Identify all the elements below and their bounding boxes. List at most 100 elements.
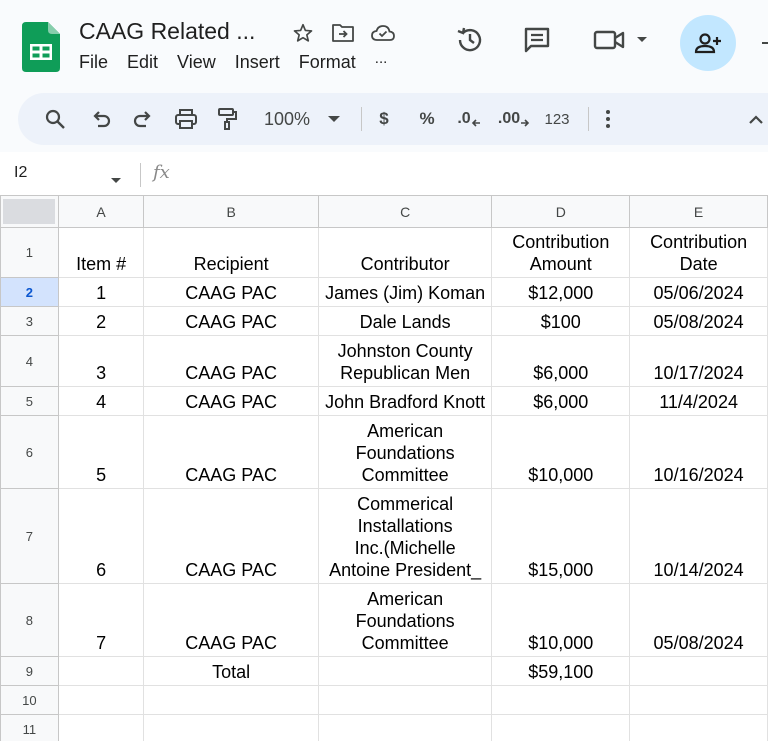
column-header-d[interactable]: D [491, 195, 631, 228]
more-options-icon[interactable] [600, 106, 616, 132]
cell-amount[interactable]: Contribution Amount [491, 227, 631, 278]
undo-icon[interactable] [88, 106, 114, 132]
print-icon[interactable] [173, 106, 199, 132]
cell-recipient[interactable]: CAAG PAC [143, 583, 319, 657]
menu-more[interactable]: ... [375, 50, 388, 71]
star-icon[interactable] [290, 20, 316, 46]
cell-recipient[interactable]: Total [143, 656, 319, 686]
menu-view[interactable]: View [177, 52, 216, 73]
cell-amount[interactable]: $6,000 [491, 386, 631, 416]
meet-camera-icon[interactable] [592, 22, 652, 58]
cell-date[interactable]: 10/17/2024 [629, 335, 768, 387]
cell-amount[interactable]: $10,000 [491, 415, 631, 489]
row-header[interactable]: 5 [0, 386, 59, 416]
cell-item[interactable]: 4 [57, 386, 145, 416]
cell-contributor[interactable]: Commerical Installations Inc.(Michelle A… [317, 488, 493, 584]
cell-date[interactable] [629, 685, 768, 715]
account-menu-icon[interactable] [758, 30, 768, 56]
cell-recipient[interactable]: CAAG PAC [143, 415, 319, 489]
row-header[interactable]: 9 [0, 656, 59, 686]
cell-contributor[interactable] [317, 685, 493, 715]
share-button[interactable] [680, 15, 736, 71]
cell-amount[interactable]: $59,100 [491, 656, 631, 686]
column-header-b[interactable]: B [143, 195, 319, 228]
menu-edit[interactable]: Edit [127, 52, 158, 73]
row-header[interactable]: 2 [0, 277, 59, 307]
more-formats-button[interactable]: 123 [540, 106, 574, 132]
column-header-c[interactable]: C [317, 195, 493, 228]
row-header[interactable]: 8 [0, 583, 59, 657]
menu-file[interactable]: File [79, 52, 108, 73]
cell-item[interactable]: Item # [57, 227, 145, 278]
cell-contributor[interactable]: John Bradford Knott [317, 386, 493, 416]
cell-recipient[interactable]: CAAG PAC [143, 335, 319, 387]
cell-amount[interactable]: $12,000 [491, 277, 631, 307]
cell-contributor[interactable]: Contributor [317, 227, 493, 278]
row-header[interactable]: 11 [0, 714, 59, 741]
cell-contributor[interactable] [317, 714, 493, 741]
version-history-icon[interactable] [452, 22, 488, 58]
column-header-a[interactable]: A [57, 195, 145, 228]
cell-item[interactable]: 7 [57, 583, 145, 657]
row-header[interactable]: 1 [0, 227, 59, 278]
cell-contributor[interactable]: James (Jim) Koman [317, 277, 493, 307]
zoom-select[interactable]: 100% [258, 106, 316, 132]
spreadsheet-grid[interactable]: A B C D E 1 Item # Recipient Contributor Con… [0, 195, 768, 741]
document-title[interactable]: CAAG Related ... [79, 18, 255, 45]
cell-item[interactable]: 6 [57, 488, 145, 584]
row-header[interactable]: 6 [0, 415, 59, 489]
cell-date[interactable]: 05/06/2024 [629, 277, 768, 307]
cell-contributor[interactable]: American Foundations Committee [317, 415, 493, 489]
percent-format-button[interactable]: % [416, 106, 438, 132]
row-header[interactable]: 10 [0, 685, 59, 715]
select-all-corner[interactable] [0, 195, 59, 228]
cell-amount[interactable]: $15,000 [491, 488, 631, 584]
sheets-logo-icon[interactable] [22, 22, 60, 72]
cell-date[interactable]: 05/08/2024 [629, 583, 768, 657]
currency-format-button[interactable]: $ [374, 106, 394, 132]
cell-amount[interactable] [491, 685, 631, 715]
name-box-caret-icon[interactable] [110, 171, 122, 189]
row-header[interactable]: 7 [0, 488, 59, 584]
cell-date[interactable] [629, 656, 768, 686]
cell-recipient[interactable]: CAAG PAC [143, 306, 319, 336]
cell-contributor[interactable]: Dale Lands [317, 306, 493, 336]
decrease-decimal-button[interactable]: .0 [454, 106, 484, 132]
menu-insert[interactable]: Insert [235, 52, 280, 73]
row-header[interactable]: 3 [0, 306, 59, 336]
search-icon[interactable] [42, 106, 68, 132]
cell-recipient[interactable] [143, 714, 319, 741]
cell-date[interactable]: 10/16/2024 [629, 415, 768, 489]
cell-contributor[interactable]: American Foundations Committee [317, 583, 493, 657]
cell-item[interactable] [57, 685, 145, 715]
paint-format-icon[interactable] [214, 106, 240, 132]
cell-recipient[interactable]: CAAG PAC [143, 488, 319, 584]
redo-icon[interactable] [130, 106, 156, 132]
cell-recipient[interactable] [143, 685, 319, 715]
cell-item[interactable]: 5 [57, 415, 145, 489]
cell-contributor[interactable] [317, 656, 493, 686]
cell-item[interactable]: 2 [57, 306, 145, 336]
cell-recipient[interactable]: Recipient [143, 227, 319, 278]
cell-item[interactable] [57, 656, 145, 686]
cell-amount[interactable]: $6,000 [491, 335, 631, 387]
column-header-e[interactable]: E [629, 195, 768, 228]
cell-item[interactable]: 3 [57, 335, 145, 387]
zoom-caret-icon[interactable] [324, 106, 344, 132]
cell-recipient[interactable]: CAAG PAC [143, 386, 319, 416]
row-header[interactable]: 4 [0, 335, 59, 387]
cell-amount[interactable] [491, 714, 631, 741]
collapse-toolbar-icon[interactable] [746, 106, 766, 132]
cell-date[interactable]: 05/08/2024 [629, 306, 768, 336]
cell-recipient[interactable]: CAAG PAC [143, 277, 319, 307]
cell-item[interactable]: 1 [57, 277, 145, 307]
cell-date[interactable]: 11/4/2024 [629, 386, 768, 416]
cell-date[interactable] [629, 714, 768, 741]
move-folder-icon[interactable] [330, 20, 356, 46]
cell-date[interactable]: 10/14/2024 [629, 488, 768, 584]
cell-item[interactable] [57, 714, 145, 741]
cell-date[interactable]: Contribution Date [629, 227, 768, 278]
menu-format[interactable]: Format [299, 52, 356, 73]
name-box[interactable]: I2 [14, 164, 27, 182]
cell-amount[interactable]: $10,000 [491, 583, 631, 657]
